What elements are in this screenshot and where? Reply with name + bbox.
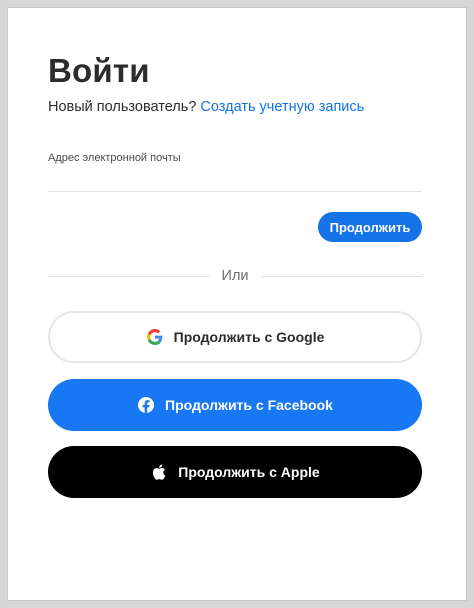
divider-line-left [48,275,210,277]
apple-icon [150,463,168,481]
create-account-link[interactable]: Создать учетную запись [200,99,364,115]
google-icon [146,328,164,346]
google-button-label: Продолжить с Google [173,329,325,345]
continue-with-google-button[interactable]: Продолжить с Google [48,311,422,363]
page-title: Войти [48,52,150,89]
facebook-icon [137,396,155,414]
email-field[interactable] [48,168,422,192]
continue-with-apple-button[interactable]: Продолжить с Apple [48,446,422,498]
facebook-button-label: Продолжить с Facebook [165,397,333,413]
sign-in-card: Войти Новый пользователь? Создать учетну… [7,7,467,601]
or-divider: Или [48,266,423,286]
divider-line-right [260,275,423,277]
new-user-row: Новый пользователь? Создать учетную запи… [48,99,364,115]
email-label: Адрес электронной почты [48,152,181,164]
apple-button-label: Продолжить с Apple [178,464,320,480]
new-user-prompt: Новый пользователь? [48,99,197,115]
continue-button[interactable]: Продолжить [318,212,422,242]
or-divider-label: Или [221,268,249,284]
continue-with-facebook-button[interactable]: Продолжить с Facebook [48,379,422,431]
